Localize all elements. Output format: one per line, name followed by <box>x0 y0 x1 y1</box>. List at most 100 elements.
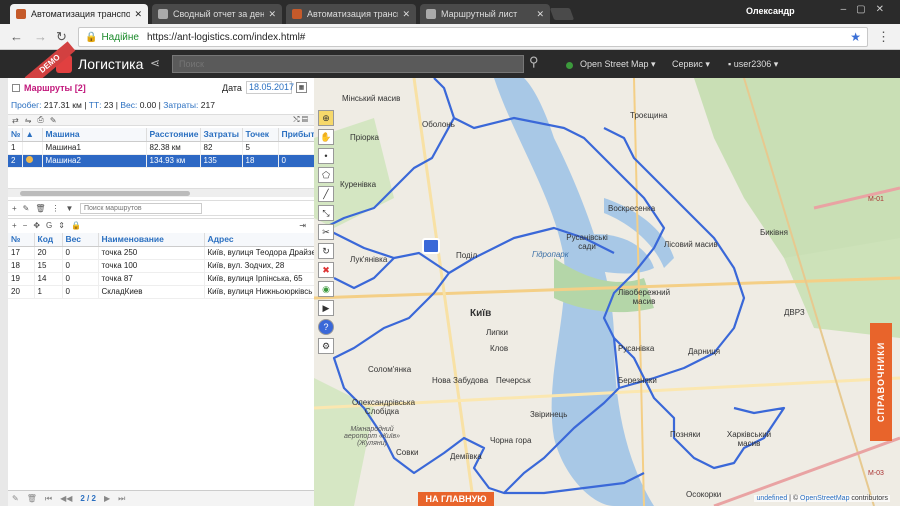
forward-icon[interactable]: → <box>34 29 47 44</box>
osm-link[interactable]: OpenStreetMap <box>800 495 849 502</box>
settings-icon[interactable]: ⚙ <box>318 338 334 354</box>
next-page-icon[interactable]: ▶ <box>104 494 110 503</box>
scroll-thumb[interactable] <box>20 191 190 196</box>
clear-icon[interactable]: ✖ <box>318 262 334 278</box>
bookmark-star-icon[interactable]: ★ <box>850 30 861 44</box>
layers-icon[interactable]: ◉ <box>318 281 334 297</box>
col-points[interactable]: Точек <box>242 128 279 142</box>
first-page-icon[interactable]: ⏮ <box>45 494 52 504</box>
expand-icon[interactable]: ⇥ <box>299 221 306 230</box>
sort-icon[interactable]: ⇕ <box>58 221 65 230</box>
browser-tab-4[interactable]: Маршрутный лист ✕ <box>420 4 550 24</box>
col-num[interactable]: № <box>8 128 23 142</box>
col-sort[interactable]: ▲ <box>22 128 43 142</box>
cost-label: Затраты: <box>163 100 199 110</box>
draw-line-icon[interactable]: ╱ <box>318 186 334 202</box>
table-row[interactable]: 1 Машина1 82.38 км 82 5 <box>8 141 315 155</box>
remove-icon[interactable]: − <box>23 221 28 230</box>
col-name[interactable]: Наименование <box>98 233 205 247</box>
refresh-route-icon[interactable]: ↻ <box>318 243 334 259</box>
close-icon[interactable]: ✕ <box>536 9 544 20</box>
table-row[interactable]: 2 Машина2 134.93 км 135 18 0 <box>8 154 315 168</box>
move-icon[interactable]: ✥ <box>33 221 40 230</box>
browser-tab-2[interactable]: Сводный отчет за день ✕ <box>152 4 282 24</box>
map-view[interactable]: Мінський масив Оболонь Пріорка Троєщина … <box>314 78 900 506</box>
map-label-podil: Поділ <box>456 251 478 260</box>
hand-icon[interactable]: ✋ <box>318 129 334 145</box>
edit-icon[interactable]: ✎ <box>23 204 30 213</box>
calendar-icon[interactable]: ▦ <box>296 82 307 93</box>
close-icon[interactable]: ✕ <box>268 9 276 20</box>
table-row[interactable]: 19 14 0 точка 87 Київ, вулиця Ірпінська,… <box>8 272 315 286</box>
help-icon[interactable]: ? <box>318 319 334 335</box>
split-icon[interactable]: ⇋ <box>25 116 32 125</box>
warehouse-marker-icon[interactable] <box>422 238 440 254</box>
search-input[interactable] <box>172 55 524 73</box>
routes-search-input[interactable] <box>80 203 202 214</box>
resize-icon[interactable]: ⤡ <box>318 205 334 221</box>
lock-icon[interactable]: 🔒 <box>71 221 81 230</box>
col-code[interactable]: Код <box>34 233 63 247</box>
browser-menu-icon[interactable]: ⋮ <box>877 29 890 45</box>
delete-icon[interactable]: 🗑 <box>35 204 45 213</box>
browser-tab-3[interactable]: Автоматизация транспо ✕ <box>286 4 416 24</box>
share-icon[interactable]: ⋖ <box>150 56 160 70</box>
last-page-icon[interactable]: ⏭ <box>118 494 125 504</box>
add-icon[interactable]: + <box>12 221 17 230</box>
delete-icon[interactable]: 🗑 <box>27 494 37 503</box>
close-icon[interactable]: ✕ <box>134 9 142 20</box>
back-icon[interactable]: ← <box>10 29 23 44</box>
polygon-icon[interactable]: ⬠ <box>318 167 334 183</box>
col-weight[interactable]: Вес <box>62 233 99 247</box>
table-row[interactable]: 17 20 0 точка 250 Київ, вулиця Теодора Д… <box>8 246 315 260</box>
wrench-icon[interactable]: ✎ <box>50 116 57 125</box>
col-cost[interactable]: Затраты <box>200 128 243 142</box>
cell-car: Машина1 <box>42 141 147 155</box>
close-icon[interactable]: ✕ <box>402 9 410 20</box>
optimize-icon[interactable]: ⤭ ▤ <box>293 115 308 125</box>
more-icon[interactable]: ⋮ <box>52 204 60 213</box>
col-arrival[interactable]: Прибыт <box>278 128 315 142</box>
group-icon[interactable]: G <box>46 221 52 230</box>
cell-cost: 82 <box>200 141 243 155</box>
swap-icon[interactable]: ⇄ <box>12 116 19 125</box>
window-controls[interactable]: –▢✕ <box>841 4 894 15</box>
cell-code: 14 <box>34 272 63 286</box>
map-label-rusanivski: Русанівські сади <box>566 233 608 251</box>
app-favicon-icon <box>292 9 302 19</box>
table-row[interactable]: 20 1 0 СкладКиев Київ, вулиця Нижньоюркі… <box>8 285 315 299</box>
browser-tab-1[interactable]: Автоматизация транспо ✕ <box>10 4 148 24</box>
document-icon <box>158 9 168 19</box>
routes-scrollbar[interactable] <box>8 188 314 197</box>
cell-code: 15 <box>34 259 63 273</box>
print-icon[interactable]: ⎙ <box>37 115 43 125</box>
url-input[interactable]: 🔒 Надійне https://ant-logistics.com/inde… <box>78 27 868 47</box>
map-layer-dropdown[interactable]: Open Street Map ▾ <box>580 59 656 70</box>
edit-icon[interactable]: ✎ <box>12 494 19 503</box>
search-icon[interactable]: ⚲ <box>529 54 539 70</box>
point-icon[interactable]: • <box>318 148 334 164</box>
user-menu[interactable]: ▪ user2306 ▾ <box>728 59 778 70</box>
map-label-nova-zabudova: Нова Забудова <box>432 376 489 385</box>
date-input[interactable]: 18.05.2017 <box>246 81 294 94</box>
play-icon[interactable]: ▶ <box>318 300 334 316</box>
filter-icon[interactable]: ▼ <box>66 204 74 213</box>
prev-page-icon[interactable]: ◀◀ <box>60 494 72 503</box>
reference-sidebar-tab[interactable]: СПРАВОЧНИКИ <box>870 323 892 441</box>
map-label-berezniaky: Березняки <box>618 376 657 385</box>
service-menu[interactable]: Сервис ▾ <box>672 59 710 70</box>
home-button[interactable]: НА ГЛАВНУЮ <box>418 492 494 506</box>
collapse-toggle[interactable] <box>12 84 20 92</box>
col-car[interactable]: Машина <box>42 128 147 142</box>
add-icon[interactable]: + <box>12 204 17 213</box>
left-panel: Маршруты [2] Дата 18.05.2017 ▦ Пробег: 2… <box>8 78 315 506</box>
col-distance[interactable]: Расстояние <box>146 128 201 142</box>
browser-user[interactable]: Олександр <box>746 6 795 16</box>
map-label-pozniaky: Позняки <box>670 430 701 439</box>
col-address[interactable]: Адрес <box>204 233 315 247</box>
tools-icon[interactable]: ✂ <box>318 224 334 240</box>
locate-icon[interactable]: ⊕ <box>318 110 334 126</box>
new-tab-button[interactable] <box>549 8 575 20</box>
col-num[interactable]: № <box>8 233 35 247</box>
table-row[interactable]: 18 15 0 точка 100 Київ, вул. Зодчих, 28 <box>8 259 315 273</box>
